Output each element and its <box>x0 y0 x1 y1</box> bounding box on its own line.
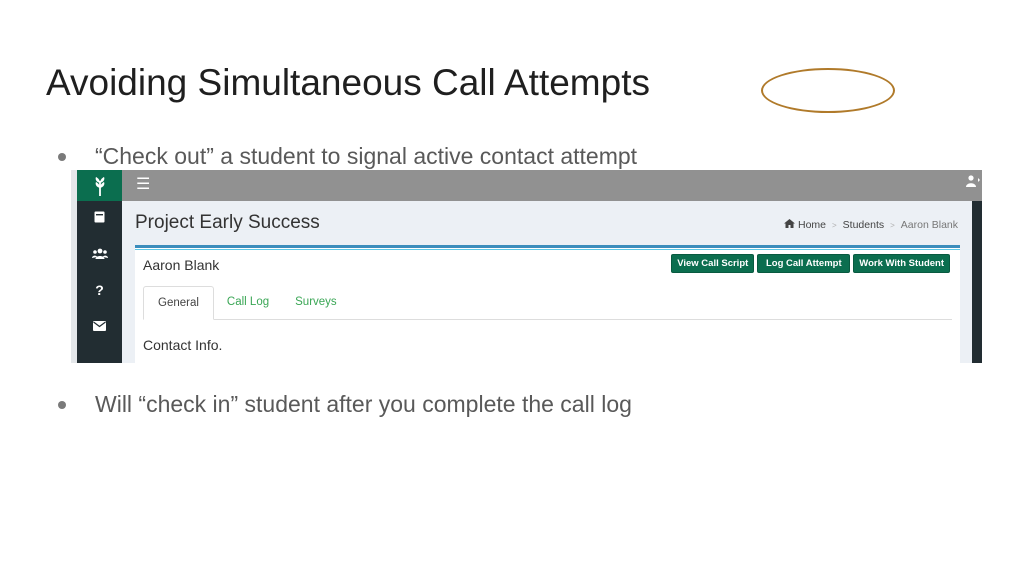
home-icon[interactable] <box>783 219 795 231</box>
users-svg <box>91 248 108 259</box>
tab-surveys[interactable]: Surveys <box>282 296 350 319</box>
main-content: Project Early Success Home > Students > … <box>122 201 972 363</box>
book-svg <box>94 211 105 223</box>
user-account-icon[interactable] <box>966 175 980 190</box>
contact-info-heading: Contact Info. <box>143 337 223 353</box>
breadcrumb-home[interactable]: Home <box>798 219 826 231</box>
student-name: Aaron Blank <box>143 257 220 273</box>
breadcrumb-separator-icon: > <box>890 220 895 230</box>
right-edge-strip <box>972 201 982 363</box>
tab-call-log[interactable]: Call Log <box>214 296 282 319</box>
breadcrumb-students[interactable]: Students <box>843 219 884 231</box>
bullet-dot-icon <box>58 152 66 161</box>
breadcrumb: Home > Students > Aaron Blank <box>783 219 958 231</box>
mail-svg <box>93 321 106 331</box>
app-screenshot: ? ☰ Project Early Success Home > Student… <box>71 170 982 363</box>
mail-icon[interactable] <box>77 319 122 334</box>
student-tabs: General Call Log Surveys <box>143 285 952 320</box>
breadcrumb-separator-icon: > <box>832 220 837 230</box>
highlight-ring-annotation <box>761 68 895 113</box>
wheat-logo-icon[interactable] <box>77 170 122 201</box>
user-svg <box>966 175 980 187</box>
page-heading: Project Early Success <box>135 212 320 233</box>
wheat-logo-svg <box>95 176 104 196</box>
book-icon[interactable] <box>77 211 122 226</box>
slide-title: Avoiding Simultaneous Call Attempts <box>46 62 650 103</box>
view-call-script-button[interactable]: View Call Script <box>671 254 755 273</box>
users-icon[interactable] <box>77 247 122 262</box>
bullet-item: Will “check in” student after you comple… <box>58 391 632 418</box>
sidebar: ? <box>77 170 122 363</box>
bullet-text: Will “check in” student after you comple… <box>95 391 632 417</box>
help-icon[interactable]: ? <box>77 282 122 298</box>
menu-toggle-icon[interactable]: ☰ <box>136 174 150 194</box>
panel-accent-line <box>135 249 960 250</box>
top-navbar: ☰ <box>122 170 982 201</box>
breadcrumb-current: Aaron Blank <box>900 219 958 231</box>
bullet-item: “Check out” a student to signal active c… <box>58 143 637 170</box>
tab-general[interactable]: General <box>143 286 214 320</box>
home-svg <box>783 219 795 228</box>
work-with-student-button[interactable]: Work With Student <box>853 254 950 273</box>
student-actions: View Call Script Log Call Attempt Work W… <box>671 254 950 273</box>
log-call-attempt-button[interactable]: Log Call Attempt <box>757 254 851 273</box>
student-panel: Aaron Blank View Call Script Log Call At… <box>135 245 960 363</box>
bullet-dot-icon <box>58 400 66 409</box>
bullet-text: “Check out” a student to signal active c… <box>95 143 638 169</box>
